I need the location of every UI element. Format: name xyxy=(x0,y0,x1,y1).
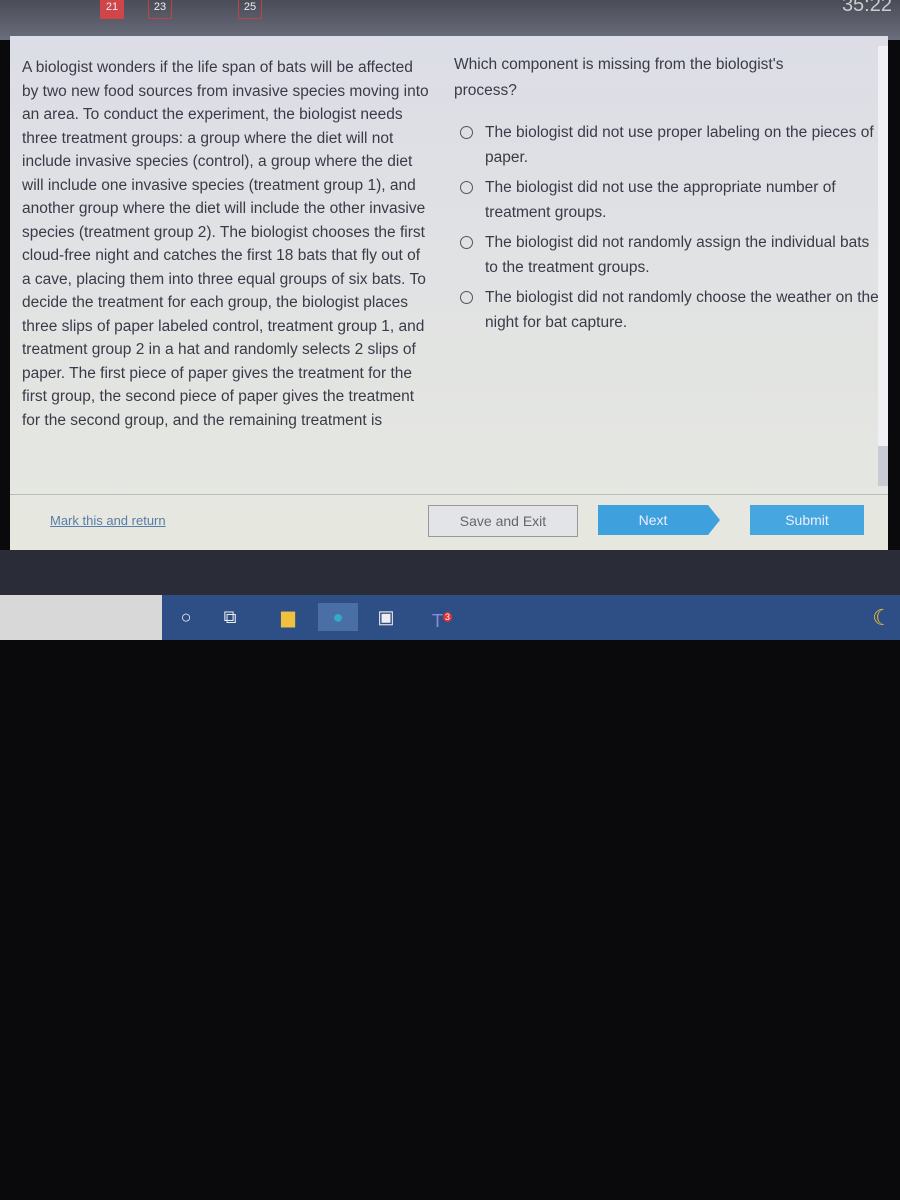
passage-text: A biologist wonders if the life span of … xyxy=(22,59,429,429)
option-label: The biologist did not use the appropriat… xyxy=(485,179,836,221)
question-number-23[interactable]: 23 xyxy=(148,0,172,19)
cortana-icon[interactable]: ○ xyxy=(172,603,200,631)
question-text: Which component is missing from the biol… xyxy=(454,56,784,99)
question-number-21[interactable]: 21 xyxy=(100,0,124,19)
radio-icon[interactable] xyxy=(460,291,473,304)
question-panel: A biologist wonders if the life span of … xyxy=(10,36,888,550)
screen-bezel-band xyxy=(0,550,900,595)
option-c[interactable]: The biologist did not randomly assign th… xyxy=(460,230,880,280)
next-button[interactable]: Next xyxy=(598,505,720,535)
timer: 35:22 xyxy=(841,0,892,16)
top-bar: 21 23 25 35:22 xyxy=(0,0,900,40)
file-explorer-icon[interactable]: ▆ xyxy=(274,603,302,631)
teams-icon[interactable]: T3 xyxy=(428,603,456,631)
scrollbar-thumb[interactable] xyxy=(878,46,888,446)
option-label: The biologist did not randomly assign th… xyxy=(485,234,870,276)
night-light-icon[interactable]: ☾ xyxy=(872,605,892,631)
taskbar: ○ ⧉ ▆ ● ▣ T3 ☾ xyxy=(0,595,900,640)
edge-icon[interactable]: ● xyxy=(318,603,358,631)
scrollbar[interactable] xyxy=(878,46,888,486)
divider xyxy=(10,494,888,495)
teams-badge: 3 xyxy=(442,612,452,622)
mark-and-return-link[interactable]: Mark this and return xyxy=(50,513,166,528)
option-b[interactable]: The biologist did not use the appropriat… xyxy=(460,175,880,225)
task-view-icon[interactable]: ⧉ xyxy=(216,603,244,631)
save-and-exit-button[interactable]: Save and Exit xyxy=(428,505,578,537)
option-label: The biologist did not randomly choose th… xyxy=(485,289,879,331)
taskbar-search-box[interactable] xyxy=(0,595,162,640)
radio-icon[interactable] xyxy=(460,126,473,139)
store-icon[interactable]: ▣ xyxy=(372,603,400,631)
option-d[interactable]: The biologist did not randomly choose th… xyxy=(460,285,880,335)
submit-button[interactable]: Submit xyxy=(750,505,864,535)
question-number-25[interactable]: 25 xyxy=(238,0,262,19)
option-label: The biologist did not use proper labelin… xyxy=(485,124,874,166)
radio-icon[interactable] xyxy=(460,236,473,249)
radio-icon[interactable] xyxy=(460,181,473,194)
answer-options: The biologist did not use proper labelin… xyxy=(460,120,880,340)
option-a[interactable]: The biologist did not use proper labelin… xyxy=(460,120,880,170)
